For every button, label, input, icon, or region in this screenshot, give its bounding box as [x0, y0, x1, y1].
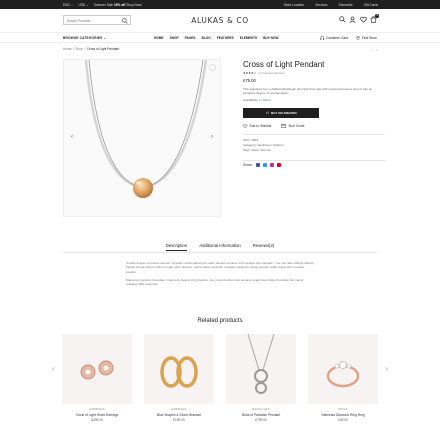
divider — [243, 159, 385, 161]
breadcrumb-shop[interactable]: Shop — [75, 47, 82, 51]
product-card-name[interactable]: Birds of Paradise Pendant — [226, 413, 296, 417]
breadcrumb: Home / Shop / Cross of Light Pendant — [63, 47, 120, 51]
tab-additional-information[interactable]: Additional Information — [199, 243, 241, 251]
product-gallery[interactable]: ‹ › — [63, 59, 221, 217]
tags[interactable]: Tags: Silver, Women — [243, 148, 383, 153]
gift-cards-link[interactable]: Gift Cards — [364, 3, 378, 7]
product-short-description: This signature hoy a halltail llaightieg… — [243, 87, 373, 96]
description-paragraph: Macaroon topping chocolate. Cake jelly b… — [126, 277, 304, 287]
language-select[interactable]: USD ⌄ — [78, 3, 88, 7]
tab-description[interactable]: Description — [165, 243, 188, 251]
instagram-icon[interactable] — [269, 163, 274, 168]
nav-buy-now[interactable]: BUY NOW — [263, 36, 278, 40]
related-prev-icon[interactable]: ‹ — [52, 364, 55, 373]
product-card[interactable]: EARRINGS Blue Shapes & Stone Bracelet £1… — [144, 334, 214, 422]
search-icon[interactable] — [338, 16, 346, 23]
product-card[interactable]: EARRINGS Circle of Light Heart Earrings … — [62, 334, 132, 422]
related-next-icon[interactable]: › — [385, 364, 388, 373]
nav-blog[interactable]: BLOG — [202, 36, 211, 40]
breadcrumb-current: Cross of Light Pendant — [86, 47, 120, 51]
top-bar: ENG ⌄ USD ⌄ Summer Sale 15% off Shop Now… — [0, 0, 440, 9]
product-card-image[interactable] — [62, 334, 132, 404]
availability: Availability: In Stock — [243, 97, 271, 102]
rating-stars: ★★★★☆ — [243, 71, 257, 75]
rating: ★★★★☆ (1 Customer Review) — [243, 71, 383, 75]
main-navbar: BROWSE CATEGORIES ⌄ HOME SHOP PAGES BLOG… — [0, 33, 440, 43]
product-card-image[interactable] — [226, 333, 296, 404]
headset-icon — [320, 35, 324, 40]
breadcrumb-home[interactable]: Home — [63, 47, 72, 51]
subscribe-link[interactable]: Subscribe — [338, 3, 352, 7]
site-header: ALUKAS & CO 0 — [0, 9, 440, 33]
gallery-prev-icon[interactable]: ‹ — [71, 134, 73, 140]
product-card-category[interactable]: NECKLACES — [226, 408, 296, 411]
product-card-price: £299.00 — [91, 418, 103, 422]
product-card-price: £39.00 — [338, 418, 348, 422]
gallery-next-icon[interactable]: › — [211, 134, 213, 140]
product-info: Cross of Light Pendant ★★★★☆ (1 Customer… — [243, 60, 385, 168]
product-card-name[interactable]: Circle of Light Heart Earrings — [62, 413, 132, 417]
promo-text: Summer Sale 15% off Shop Now! — [93, 2, 142, 7]
related-products-title: Related products — [197, 318, 243, 324]
product-card[interactable]: NECKLACES Birds of Paradise Pendant £799… — [226, 333, 296, 422]
product-tabs: Description Additional Information Revie… — [0, 243, 440, 251]
next-product-icon[interactable]: › — [376, 47, 377, 52]
store-location-link[interactable]: Store Location — [284, 3, 305, 7]
product-card-name[interactable]: Blue Shapes & Stone Bracelet — [144, 413, 214, 417]
divider — [243, 134, 385, 135]
heart-icon[interactable] — [359, 16, 367, 23]
browse-categories-button[interactable]: BROWSE CATEGORIES ⌄ — [63, 36, 106, 40]
product-title: Cross of Light Pendant — [243, 60, 325, 69]
product-card-price: £799.00 — [255, 418, 267, 422]
stock-status: In Stock — [259, 97, 271, 102]
location-pin-icon — [356, 35, 360, 40]
tabs-divider — [63, 252, 377, 253]
zoom-icon[interactable] — [209, 64, 216, 71]
services-link[interactable]: Services — [315, 3, 327, 7]
product-card-name[interactable]: Kalmesia Diamond Ring Ring — [308, 413, 378, 417]
add-to-wishlist-button[interactable]: Add to Wishlist — [243, 124, 271, 129]
description-body: Cookie dragee croissant dessert. Powder … — [126, 261, 314, 286]
share-row: Share: — [243, 163, 383, 168]
nav-pages[interactable]: PAGES — [185, 36, 196, 40]
ruler-icon — [281, 124, 287, 128]
nav-home[interactable]: HOME — [154, 36, 164, 40]
cart-count-badge: 0 — [375, 14, 379, 18]
product-meta: SKU: 1003 Category: Necklaces, Modern Ta… — [243, 138, 383, 154]
related-products-list: EARRINGS Circle of Light Heart Earrings … — [62, 333, 378, 422]
product-card-image[interactable] — [144, 334, 214, 404]
nav-features[interactable]: FEATURES — [217, 36, 234, 40]
product-card-category[interactable]: RINGS — [308, 408, 378, 411]
product-image — [84, 60, 208, 198]
heart-icon — [243, 124, 248, 128]
product-card-price: £199.00 — [173, 418, 185, 422]
facebook-icon[interactable] — [255, 163, 260, 168]
product-price: £75.00 — [243, 78, 256, 83]
customer-care-link[interactable]: Customer Care — [320, 35, 348, 41]
cart-icon[interactable]: 0 — [370, 14, 379, 23]
nav-elements[interactable]: ELEMENTS — [240, 36, 257, 40]
nav-shop[interactable]: SHOP — [170, 36, 179, 40]
share-label: Share: — [243, 163, 253, 168]
user-icon[interactable] — [349, 16, 356, 23]
description-paragraph: Cookie dragee croissant dessert. Powder … — [126, 261, 314, 274]
prev-product-icon[interactable]: ‹ — [371, 47, 372, 52]
tab-reviews[interactable]: Reviews(2) — [253, 243, 275, 251]
product-card-category[interactable]: EARRINGS — [144, 408, 214, 411]
size-guide-button[interactable]: Size Guide — [281, 124, 304, 129]
product-card[interactable]: RINGS Kalmesia Diamond Ring Ring £39.00 — [308, 334, 378, 422]
pinterest-icon[interactable] — [276, 163, 281, 168]
find-store-link[interactable]: Find Store — [356, 35, 377, 41]
buy-on-amazon-button[interactable]: BUY ON AMAZON — [243, 107, 319, 118]
currency-select[interactable]: ENG ⌄ — [63, 3, 73, 7]
product-card-category[interactable]: EARRINGS — [62, 408, 132, 411]
product-card-image[interactable] — [308, 334, 378, 404]
bag-icon — [265, 111, 269, 115]
twitter-icon[interactable] — [262, 163, 267, 168]
reviews-link[interactable]: (1 Customer Review) — [258, 71, 284, 75]
